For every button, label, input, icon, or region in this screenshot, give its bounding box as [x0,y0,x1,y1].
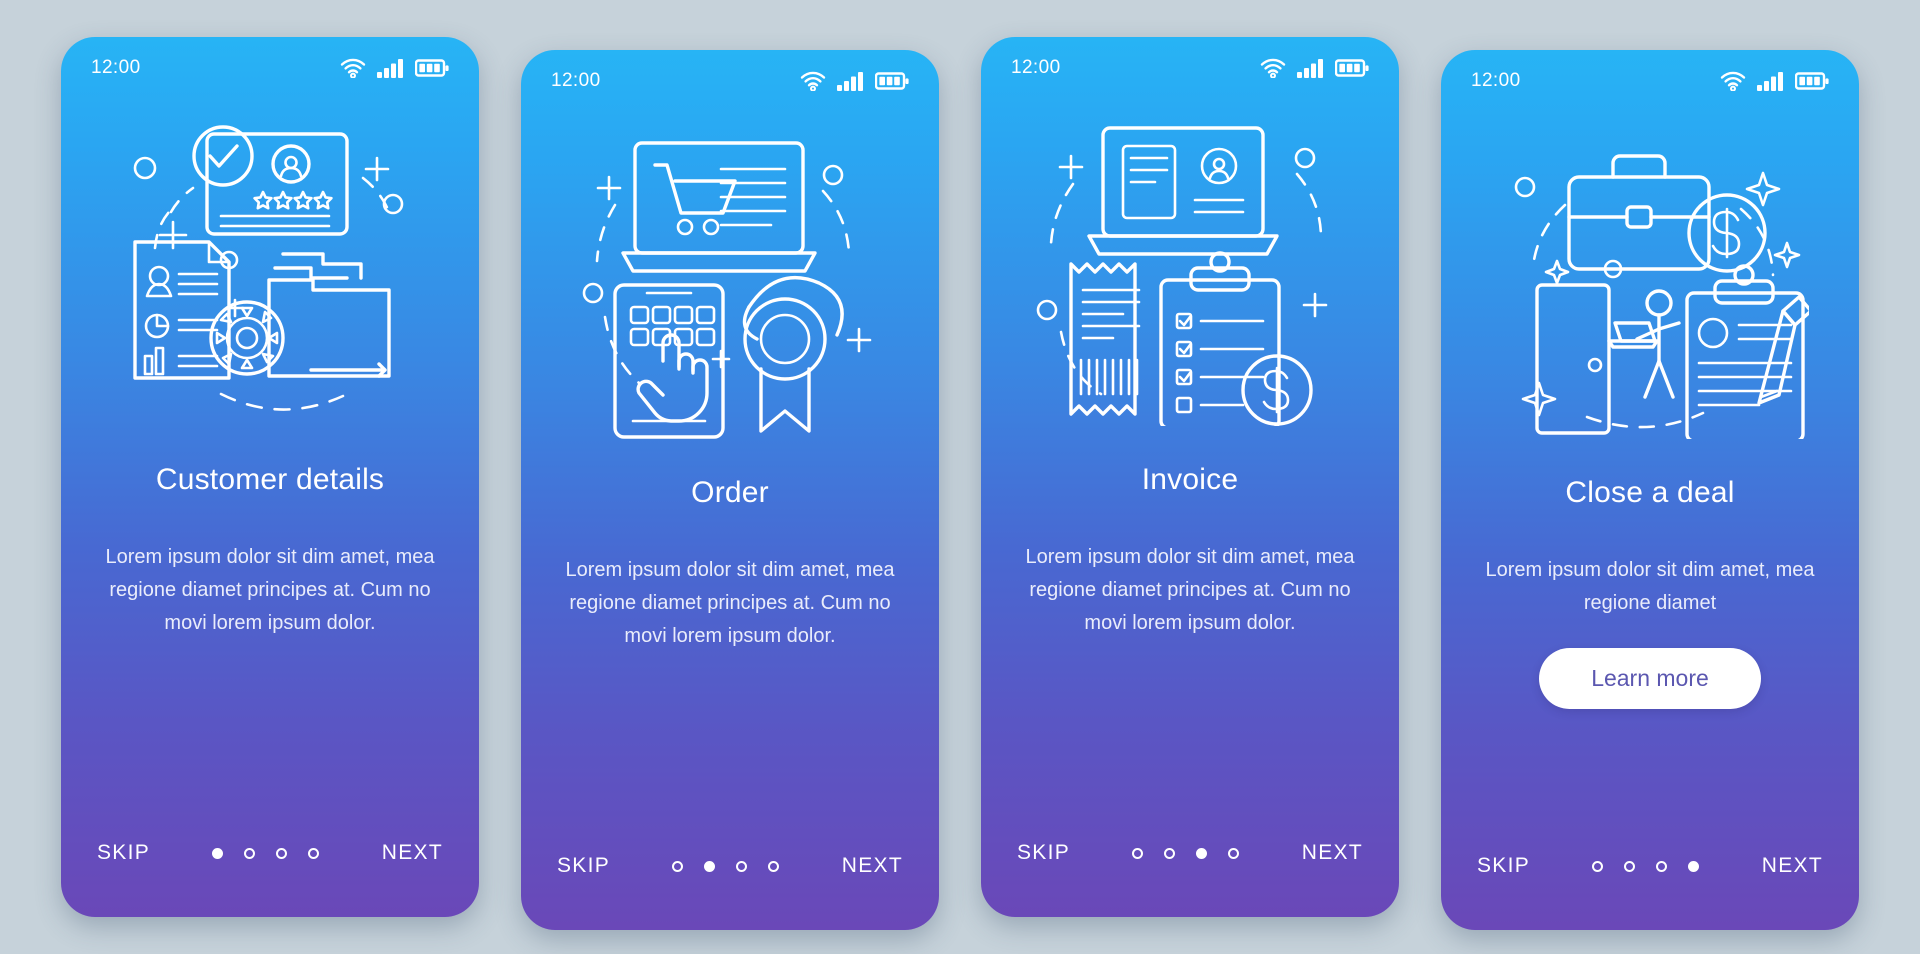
status-icons [800,71,909,91]
page-dot-2[interactable] [1624,860,1636,872]
bottom-navigation: SKIP NEXT [61,789,479,917]
page-dot-4[interactable] [768,860,780,872]
learn-more-button[interactable]: Learn more [1539,648,1761,709]
screen-title: Close a deal [1565,476,1735,509]
status-bar: 12:00 [61,37,479,99]
status-bar: 12:00 [981,37,1399,99]
screen-description: Lorem ipsum dolor sit dim amet, mea regi… [1485,559,1815,614]
status-bar: 12:00 [521,50,939,112]
next-button[interactable]: NEXT [1760,848,1825,884]
page-dot-2[interactable] [244,847,256,859]
page-indicator-dots [672,860,780,872]
wifi-icon [1720,71,1746,91]
skip-button[interactable]: SKIP [1015,835,1072,871]
status-bar-time: 12:00 [551,70,601,91]
status-bar-time: 12:00 [91,57,141,78]
page-dot-3-active[interactable] [1196,847,1208,859]
page-dot-1[interactable] [1592,860,1604,872]
onboarding-screen-order: 12:00 Order Lorem ipsum dolor sit dim am… [521,50,939,930]
illustration-area [1441,112,1859,442]
status-icons [1720,71,1829,91]
status-icons [340,58,449,78]
battery-icon [1335,58,1369,78]
page-indicator-dots [1132,847,1240,859]
page-dot-4[interactable] [1228,847,1240,859]
page-indicator-dots [1592,860,1700,872]
next-button[interactable]: NEXT [1300,835,1365,871]
cellular-signal-icon [1757,71,1784,91]
screen-description: Lorem ipsum dolor sit dim amet, mea regi… [565,559,895,647]
battery-icon [415,58,449,78]
page-dot-3[interactable] [736,860,748,872]
battery-icon [875,71,909,91]
screen-description: Lorem ipsum dolor sit dim amet, mea regi… [105,546,435,634]
copy-block: Close a deal Lorem ipsum dolor sit dim a… [1441,442,1859,802]
copy-block: Customer details Lorem ipsum dolor sit d… [61,429,479,789]
cellular-signal-icon [1297,58,1324,78]
page-dot-4-active[interactable] [1688,860,1700,872]
onboarding-screen-customer-details: 12:00 Customer details Lorem ipsum dolor… [61,37,479,917]
bottom-navigation: SKIP NEXT [1441,802,1859,930]
page-dot-1-active[interactable] [212,847,224,859]
copy-block: Invoice Lorem ipsum dolor sit dim amet, … [981,429,1399,789]
cellular-signal-icon [377,58,404,78]
skip-button[interactable]: SKIP [1475,848,1532,884]
onboarding-screen-close-a-deal: 12:00 Close a deal Lorem ipsum dolor sit… [1441,50,1859,930]
skip-button[interactable]: SKIP [95,835,152,871]
screen-title: Order [691,476,769,509]
next-button[interactable]: NEXT [840,848,905,884]
illustration-area [61,99,479,429]
page-dot-2[interactable] [1164,847,1176,859]
wifi-icon [800,71,826,91]
status-bar-time: 12:00 [1011,57,1061,78]
battery-icon [1795,71,1829,91]
screen-title: Invoice [1141,463,1239,496]
wifi-icon [1260,58,1286,78]
page-dot-3[interactable] [1656,860,1668,872]
status-bar: 12:00 [1441,50,1859,112]
invoice-illustration [1036,126,1328,426]
status-icons [1260,58,1369,78]
cellular-signal-icon [837,71,864,91]
page-dot-4[interactable] [308,847,320,859]
customer-details-illustration [133,125,404,411]
close-a-deal-illustration [1514,154,1809,439]
screen-description: Lorem ipsum dolor sit dim amet, mea regi… [1025,546,1355,634]
copy-block: Order Lorem ipsum dolor sit dim amet, me… [521,442,939,802]
bottom-navigation: SKIP NEXT [981,789,1399,917]
onboarding-screens-stage: 12:00 Customer details Lorem ipsum dolor… [0,0,1920,954]
wifi-icon [340,58,366,78]
illustration-area [521,112,939,442]
page-dot-1[interactable] [672,860,684,872]
page-dot-2-active[interactable] [704,860,716,872]
screen-title: Customer details [155,463,385,496]
page-dot-1[interactable] [1132,847,1144,859]
order-illustration [582,141,872,439]
page-dot-3[interactable] [276,847,288,859]
page-indicator-dots [212,847,320,859]
skip-button[interactable]: SKIP [555,848,612,884]
onboarding-screen-invoice: 12:00 Invoice Lorem ipsum dolor sit dim … [981,37,1399,917]
bottom-navigation: SKIP NEXT [521,802,939,930]
status-bar-time: 12:00 [1471,70,1521,91]
next-button[interactable]: NEXT [380,835,445,871]
illustration-area [981,99,1399,429]
